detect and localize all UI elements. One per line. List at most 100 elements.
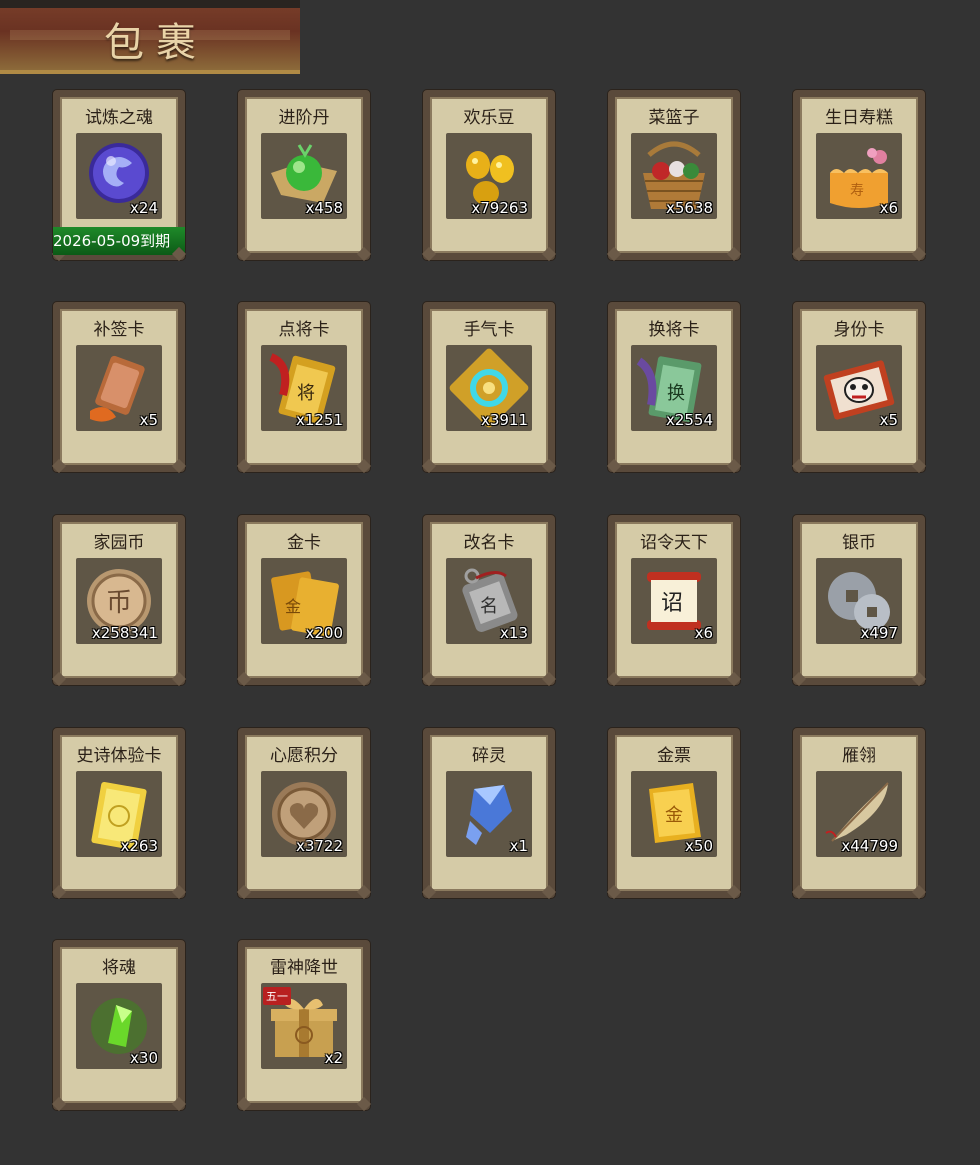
item-name: 进阶丹: [278, 108, 330, 128]
item-count: x2554: [665, 411, 713, 429]
inventory-slot[interactable]: 家园币币 x258341: [53, 515, 185, 685]
item-name: 试炼之魂: [85, 108, 153, 128]
inventory-slot[interactable]: 金票金 x50: [608, 728, 740, 898]
svg-text:金: 金: [285, 597, 301, 616]
blue-crystal-shard-icon: x1: [446, 771, 532, 857]
inventory-slot[interactable]: 将魂 x30: [53, 940, 185, 1110]
item-name: 身份卡: [833, 320, 885, 340]
gold-card-icon: 金 x200: [261, 558, 347, 644]
inventory-slot[interactable]: 换将卡换 x2554: [608, 302, 740, 472]
item-count: x6: [694, 624, 713, 642]
inventory-slot[interactable]: 史诗体验卡 x263: [53, 728, 185, 898]
vegetable-basket-icon: x5638: [631, 133, 717, 219]
swap-general-card-icon: 换 x2554: [631, 345, 717, 431]
item-name: 家园币: [93, 533, 145, 553]
gift-box-icon: 五一 x2: [261, 983, 347, 1069]
gold-beans-icon: x79263: [446, 133, 532, 219]
item-name: 补签卡: [93, 320, 145, 340]
inventory-slot[interactable]: 欢乐豆 x79263: [423, 90, 555, 260]
item-count: x44799: [841, 837, 898, 855]
purple-dragon-orb-icon: x24: [76, 133, 162, 219]
inventory-slot[interactable]: 补签卡 x5: [53, 302, 185, 472]
home-coin-icon: 币 x258341: [76, 558, 162, 644]
inventory-slot[interactable]: 手气卡 x3911: [423, 302, 555, 472]
svg-text:寿: 寿: [850, 182, 864, 199]
event-badge: 五一: [263, 987, 291, 1005]
inventory-slot[interactable]: 金卡金 x200: [238, 515, 370, 685]
item-name: 史诗体验卡: [76, 746, 162, 766]
item-count: x3911: [480, 411, 528, 429]
item-count: x50: [685, 837, 713, 855]
item-count: x1: [509, 837, 528, 855]
item-count: x30: [130, 1049, 158, 1067]
item-count: x458: [305, 199, 343, 217]
feather-quill-icon: x44799: [816, 771, 902, 857]
silver-coins-icon: x497: [816, 558, 902, 644]
item-name: 雁翎: [842, 746, 876, 766]
expiry-banner: 2026-05-09到期: [53, 227, 185, 255]
item-count: x2: [324, 1049, 343, 1067]
page-title: 包裹: [104, 20, 208, 66]
svg-text:将: 将: [297, 383, 315, 404]
item-count: x1251: [295, 411, 343, 429]
inventory-slot[interactable]: 身份卡 x5: [793, 302, 925, 472]
item-count: x5638: [665, 199, 713, 217]
luck-card-icon: x3911: [446, 345, 532, 431]
item-count: x6: [879, 199, 898, 217]
item-name: 菜篮子: [648, 108, 700, 128]
svg-text:金: 金: [665, 805, 683, 826]
item-count: x497: [860, 624, 898, 642]
inventory-slot[interactable]: 诏令天下诏 x6: [608, 515, 740, 685]
item-count: x5: [879, 411, 898, 429]
item-name: 雷神降世: [270, 958, 338, 978]
gold-ticket-icon: 金 x50: [631, 771, 717, 857]
item-name: 心愿积分: [270, 746, 338, 766]
item-name: 手气卡: [463, 320, 515, 340]
inventory-slot[interactable]: 银币 x497: [793, 515, 925, 685]
inventory-slot[interactable]: 心愿积分 x3722: [238, 728, 370, 898]
birthday-cake-icon: 寿 x6: [816, 133, 902, 219]
inventory-slot[interactable]: 改名卡名 x13: [423, 515, 555, 685]
inventory-page: 包裹 试炼之魂 x24 2026-05-09到期 进阶丹 x458 欢乐豆 x79263 菜篮…: [0, 0, 980, 1165]
item-name: 换将卡: [648, 320, 700, 340]
green-soul-crystal-icon: x30: [76, 983, 162, 1069]
rename-tag-icon: 名 x13: [446, 558, 532, 644]
item-count: x263: [120, 837, 158, 855]
svg-text:币: 币: [106, 588, 132, 618]
epic-trial-card-icon: x263: [76, 771, 162, 857]
inventory-slot[interactable]: 菜篮子 x5638: [608, 90, 740, 260]
svg-text:诏: 诏: [661, 591, 683, 616]
item-name: 碎灵: [472, 746, 506, 766]
item-count: x200: [305, 624, 343, 642]
item-count: x79263: [471, 199, 528, 217]
item-count: x258341: [91, 624, 158, 642]
inventory-slot[interactable]: 生日寿糕寿 x6: [793, 90, 925, 260]
heart-coin-icon: x3722: [261, 771, 347, 857]
item-name: 点将卡: [278, 320, 330, 340]
inventory-slot[interactable]: 试炼之魂 x24 2026-05-09到期: [53, 90, 185, 260]
item-name: 诏令天下: [640, 533, 708, 553]
green-pill-icon: x458: [261, 133, 347, 219]
item-name: 金卡: [287, 533, 321, 553]
item-count: x3722: [295, 837, 343, 855]
title-banner: 包裹: [0, 0, 300, 74]
item-name: 将魂: [102, 958, 136, 978]
inventory-slot[interactable]: 碎灵 x1: [423, 728, 555, 898]
item-count: x13: [500, 624, 528, 642]
copper-tag-icon: x5: [76, 345, 162, 431]
item-name: 生日寿糕: [825, 108, 893, 128]
identity-mask-card-icon: x5: [816, 345, 902, 431]
inventory-slot[interactable]: 进阶丹 x458: [238, 90, 370, 260]
inventory-slot[interactable]: 雁翎 x44799: [793, 728, 925, 898]
item-name: 改名卡: [463, 533, 515, 553]
imperial-scroll-icon: 诏 x6: [631, 558, 717, 644]
general-card-icon: 将 x1251: [261, 345, 347, 431]
item-count: x5: [139, 411, 158, 429]
item-count: x24: [130, 199, 158, 217]
inventory-slot[interactable]: 雷神降世五一 x2: [238, 940, 370, 1110]
item-name: 银币: [842, 533, 876, 553]
inventory-slot[interactable]: 点将卡将 x1251: [238, 302, 370, 472]
svg-text:名: 名: [480, 596, 498, 617]
item-name: 欢乐豆: [463, 108, 515, 128]
svg-text:换: 换: [667, 383, 685, 404]
